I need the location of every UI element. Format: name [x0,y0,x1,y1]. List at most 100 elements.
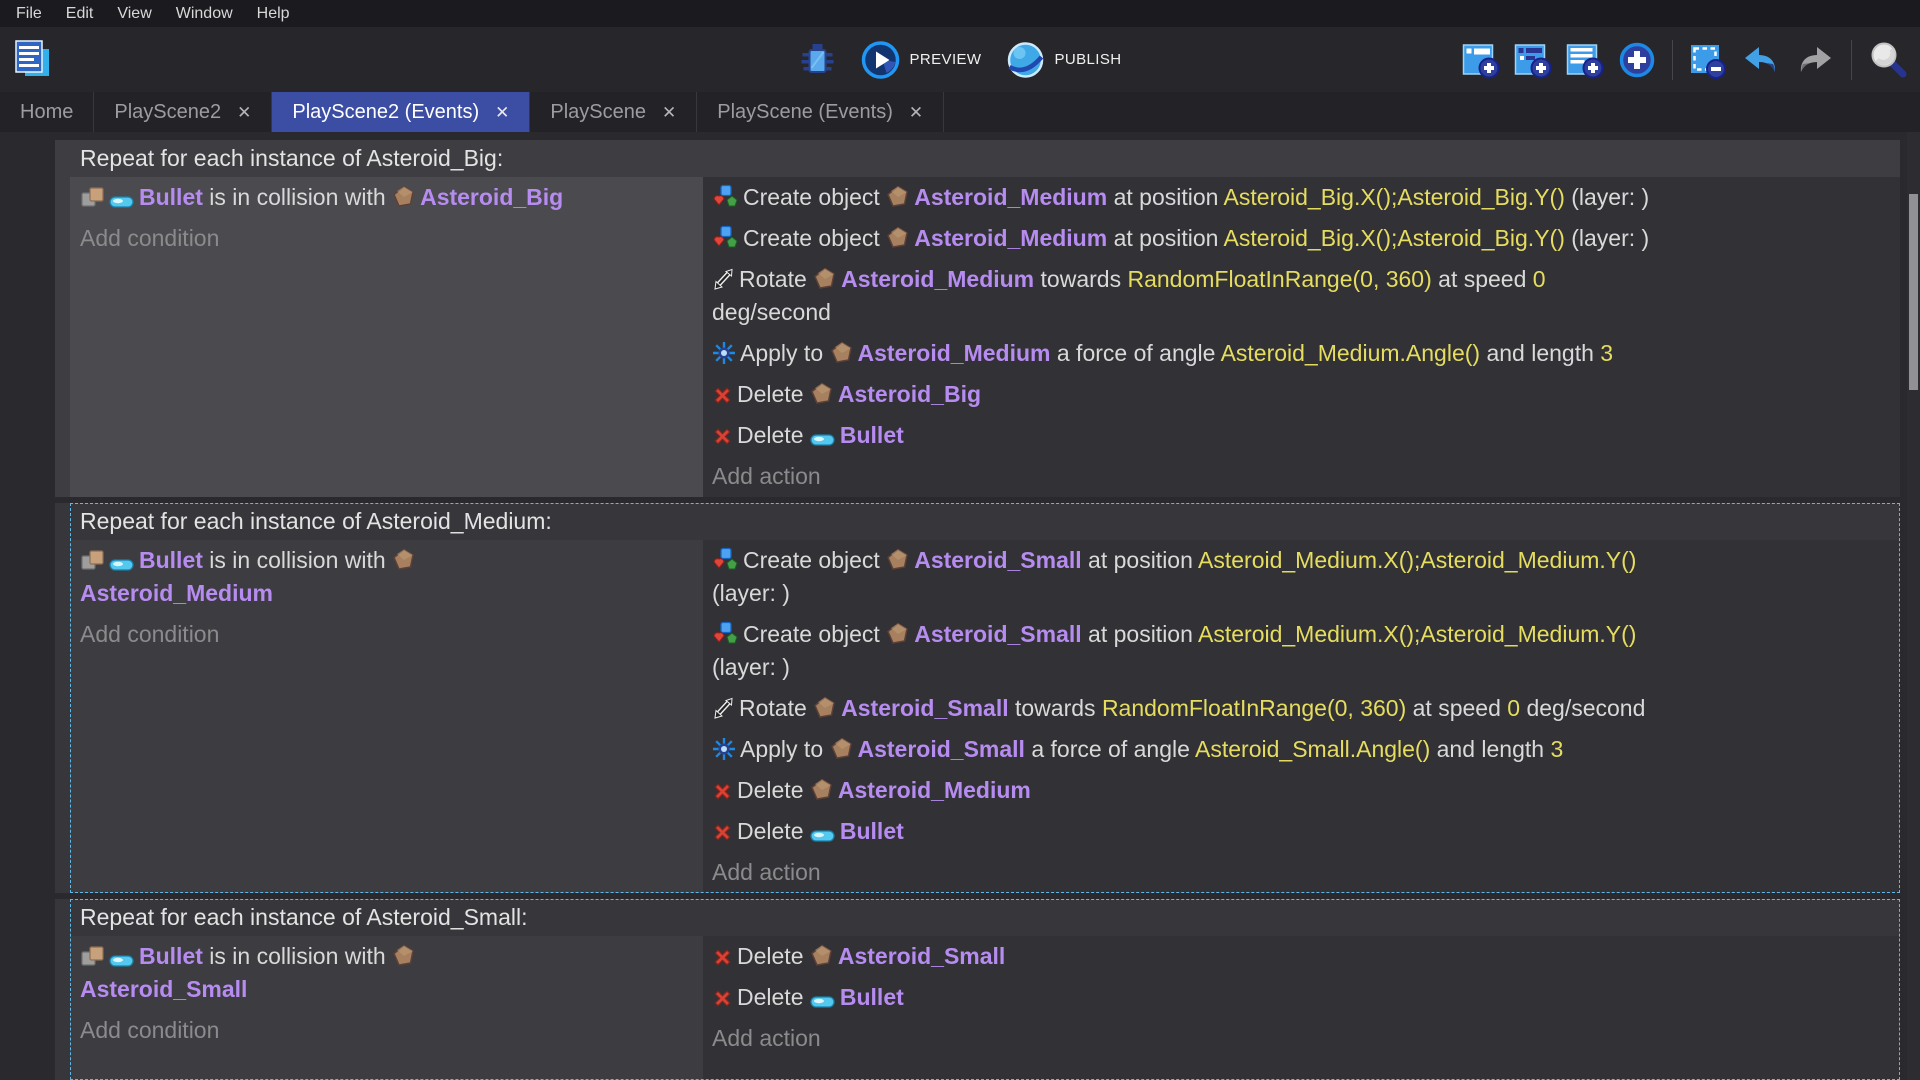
bullet-icon [810,995,836,1009]
scrollbar-thumb[interactable] [1909,194,1918,390]
add-comment-icon [1566,41,1604,79]
bullet-icon [810,433,836,447]
asteroid-icon [810,944,834,968]
debug-icon [799,41,837,79]
object-name: Asteroid_Medium [80,580,273,606]
instruction-text: Delete [737,777,810,803]
menu-item-edit[interactable]: Edit [54,0,106,27]
project-manager-button[interactable] [10,36,56,82]
add-condition-button[interactable]: Add condition [70,614,703,655]
event-body: Repeat for each instance of Asteroid_Sma… [70,899,1900,1080]
menu-item-window[interactable]: Window [164,0,245,27]
tab-home[interactable]: Home [0,92,94,132]
condition-row[interactable]: Bullet is in collision with Asteroid_Sma… [70,936,703,1010]
conditions-column: Bullet is in collision with Asteroid_Big… [70,177,703,497]
action-row[interactable]: Rotate Asteroid_Small towards RandomFloa… [703,688,1900,729]
publish-button[interactable]: PUBLISH [1003,38,1123,82]
vertical-scrollbar[interactable] [1907,132,1920,1080]
debug-button[interactable] [797,39,839,81]
menu-item-file[interactable]: File [4,0,54,27]
rotate-icon [712,268,735,291]
instruction-text: Create object [743,184,886,210]
menu-item-view[interactable]: View [105,0,163,27]
action-row[interactable]: Create object Asteroid_Medium at positio… [703,218,1900,259]
menu-item-help[interactable]: Help [245,0,302,27]
conditions-column: Bullet is in collision with Asteroid_Med… [70,540,703,893]
tab-playscene-events[interactable]: PlayScene (Events)✕ [697,92,944,132]
event-header[interactable]: Repeat for each instance of Asteroid_Med… [70,503,1900,540]
event-header[interactable]: Repeat for each instance of Asteroid_Sma… [70,899,1900,936]
publish-globe-icon [1005,40,1045,80]
instruction-text: a force of angle [1050,340,1220,366]
event-drag-handle[interactable] [55,503,70,893]
close-tab-icon[interactable]: ✕ [662,104,676,121]
instruction-text: a force of angle [1025,736,1195,762]
add-sub-event-icon [1514,41,1552,79]
preview-play-icon [861,40,901,80]
action-row[interactable]: Apply to Asteroid_Medium a force of angl… [703,333,1900,374]
event-drag-handle[interactable] [55,899,70,1080]
action-row[interactable]: Delete Asteroid_Small [703,936,1900,977]
delete-icon [712,947,733,968]
event-header[interactable]: Repeat for each instance of Asteroid_Big… [70,140,1900,177]
add-new-button[interactable] [1616,39,1658,81]
preview-button[interactable]: PREVIEW [859,38,984,82]
add-action-button[interactable]: Add action [703,1018,1900,1059]
condition-row[interactable]: Bullet is in collision with Asteroid_Med… [70,540,703,614]
action-row[interactable]: Create object Asteroid_Small at position… [703,614,1900,688]
asteroid-icon [886,185,910,209]
close-tab-icon[interactable]: ✕ [909,104,923,121]
action-row[interactable]: Delete Bullet [703,977,1900,1018]
toolbar-separator [1672,40,1673,80]
add-action-button[interactable]: Add action [703,852,1900,893]
object-name: Asteroid_Small [858,736,1025,762]
action-row[interactable]: Delete Bullet [703,415,1900,456]
tab-playscene2-events[interactable]: PlayScene2 (Events)✕ [272,92,530,132]
action-row[interactable]: Delete Asteroid_Big [703,374,1900,415]
add-comment-button[interactable] [1564,39,1606,81]
undo-button[interactable] [1739,39,1783,81]
collision-icon [80,549,105,572]
action-row[interactable]: Delete Bullet [703,811,1900,852]
close-tab-icon[interactable]: ✕ [237,104,251,121]
tab-playscene[interactable]: PlayScene✕ [530,92,697,132]
add-new-icon [1618,41,1656,79]
remove-selection-button[interactable] [1687,39,1729,81]
object-name: Asteroid_Small [914,547,1081,573]
redo-button[interactable] [1793,39,1837,81]
expression: RandomFloatInRange(0, 360) [1127,266,1431,292]
object-name: Asteroid_Small [914,621,1081,647]
conditions-column: Bullet is in collision with Asteroid_Sma… [70,936,703,1080]
add-action-button[interactable]: Add action [703,456,1900,497]
close-tab-icon[interactable]: ✕ [495,104,509,121]
action-row[interactable]: Create object Asteroid_Medium at positio… [703,177,1900,218]
action-row[interactable]: Delete Asteroid_Medium [703,770,1900,811]
bullet-icon [109,954,135,968]
instruction-text: towards [1034,266,1127,292]
instruction-text: Delete [737,943,810,969]
add-sub-event-button[interactable] [1512,39,1554,81]
add-condition-button[interactable]: Add condition [70,218,703,259]
object-name: Bullet [139,547,203,573]
gdevelop-window: FileEditViewWindowHelp PREVIEW PUBLISH H… [0,0,1920,1080]
tab-playscene2[interactable]: PlayScene2✕ [94,92,272,132]
add-event-button[interactable] [1460,39,1502,81]
asteroid-icon [392,548,416,572]
object-name: Asteroid_Small [838,943,1005,969]
action-row[interactable]: Create object Asteroid_Small at position… [703,540,1900,614]
publish-label: PUBLISH [1054,51,1121,68]
object-name: Asteroid_Small [841,695,1008,721]
action-row[interactable]: Rotate Asteroid_Medium towards RandomFlo… [703,259,1900,333]
action-row[interactable]: Apply to Asteroid_Small a force of angle… [703,729,1900,770]
add-condition-button[interactable]: Add condition [70,1010,703,1051]
instruction-text: towards [1009,695,1102,721]
condition-row[interactable]: Bullet is in collision with Asteroid_Big [70,177,703,218]
instruction-text: Rotate [739,266,813,292]
project-manager-icon [12,38,54,80]
remove-selection-icon [1689,41,1727,79]
actions-column: Create object Asteroid_Small at position… [703,540,1900,893]
instruction-text: (layer: ) [1565,225,1649,251]
search-button[interactable] [1866,38,1910,82]
event-drag-handle[interactable] [55,140,70,497]
instruction-text: and length [1430,736,1550,762]
